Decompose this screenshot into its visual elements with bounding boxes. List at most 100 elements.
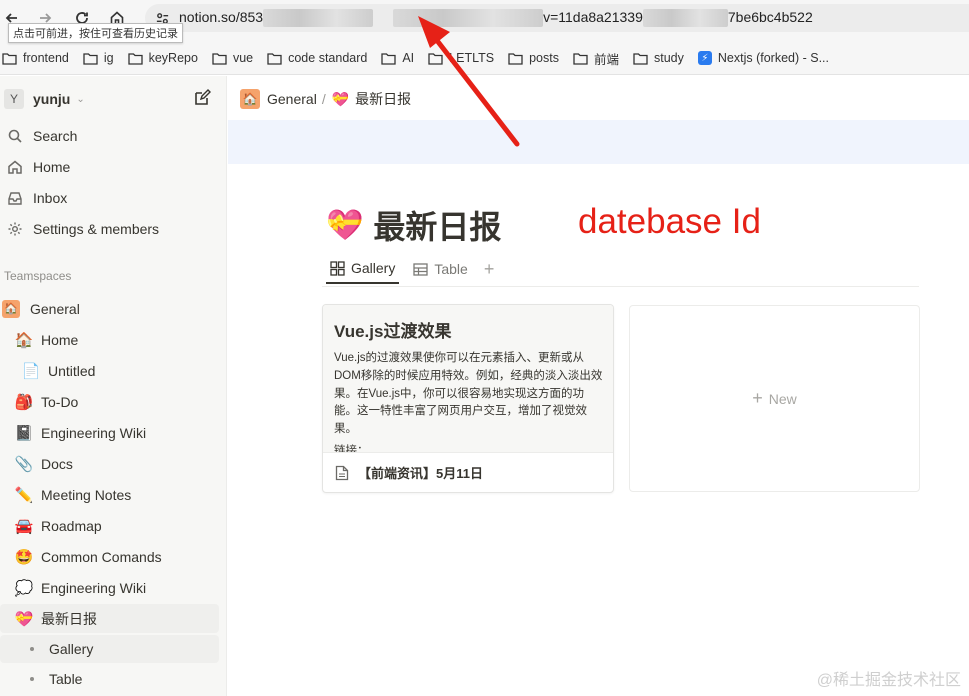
page-emoji-icon: 📎 <box>14 455 34 473</box>
page-emoji-icon: 💝 <box>14 610 34 628</box>
sidebar-page[interactable]: 📄 Untitled <box>0 356 219 385</box>
section-label-teamspaces: Teamspaces <box>4 269 72 283</box>
page-emoji-icon: 🎒 <box>14 393 34 411</box>
home-icon <box>5 157 25 177</box>
gift-heart-icon: 💝 <box>331 90 350 107</box>
gallery-icon <box>330 260 345 276</box>
sidebar-page-label: Roadmap <box>41 517 102 534</box>
watermark: @稀土掘金技术社区 <box>816 672 961 689</box>
tab-table-label: Table <box>434 261 468 277</box>
home-icon: 🏠 <box>240 89 260 109</box>
card-title-text: 【前端资讯】5月11日 <box>358 466 483 481</box>
plus-icon: + <box>752 388 763 408</box>
bookmark-item[interactable]: AI <box>381 51 414 65</box>
url-text: notion.so/853 v=11da8a21339 7be6bc4b522 <box>179 8 813 28</box>
page-title[interactable]: 最新日报 <box>373 202 501 248</box>
page-emoji-icon: 📄 <box>21 362 41 380</box>
sidebar-page[interactable]: 🚘 Roadmap <box>0 511 219 540</box>
page-emoji-icon[interactable]: 💝 <box>326 208 363 243</box>
tab-gallery[interactable]: Gallery <box>326 254 400 284</box>
sidebar-item-settings[interactable]: Settings & members <box>0 215 219 243</box>
page-title-row: 💝 最新日报 <box>326 202 501 248</box>
breadcrumb-parent[interactable]: General <box>267 91 317 107</box>
bookmark-item[interactable]: ig <box>83 51 114 65</box>
workspace-switcher[interactable]: Y yunju ⌄ <box>4 86 223 112</box>
folder-icon <box>127 52 143 65</box>
bookmark-label: AI <box>402 51 415 65</box>
sidebar-subpage-label: Table <box>49 671 83 687</box>
sidebar-item-label: Settings & members <box>33 221 160 237</box>
bullet-icon <box>30 677 34 681</box>
teamspace-general[interactable]: 🏠 General <box>0 294 219 323</box>
sidebar-page[interactable]: ✏️ Meeting Notes <box>0 480 219 509</box>
breadcrumb-current[interactable]: 最新日报 <box>355 89 411 109</box>
bookmark-item[interactable]: vue <box>212 51 253 65</box>
sidebar-page-label: Home <box>41 331 79 348</box>
sidebar-item-search[interactable]: Search <box>0 122 219 150</box>
gallery-card[interactable]: Vue.js过渡效果 Vue.js的过渡效果使你可以在元素插入、更新或从DOM移… <box>322 304 614 493</box>
bookmark-item[interactable]: ⚡ Nextjs (forked) - S... <box>697 51 830 65</box>
sidebar-item-home[interactable]: Home <box>0 153 219 181</box>
new-card-button[interactable]: + New <box>629 305 920 492</box>
bookmark-item[interactable]: code standard <box>267 51 367 65</box>
url-tail: 7be6bc4b522 <box>727 8 813 25</box>
card-title: 【前端资讯】5月11日 <box>323 452 613 492</box>
url-query: v=11da8a21339 <box>543 8 643 25</box>
gear-icon <box>5 219 25 239</box>
page-banner <box>228 120 969 164</box>
bookmark-label: code standard <box>288 51 368 65</box>
sidebar-page[interactable]: 🎒 To-Do <box>0 387 219 416</box>
sidebar-subpage-table[interactable]: Table <box>0 665 219 693</box>
tab-table[interactable]: Table <box>409 254 471 284</box>
folder-icon <box>508 52 523 65</box>
address-bar[interactable]: notion.so/853 v=11da8a21339 7be6bc4b522 <box>145 4 969 32</box>
sidebar-page[interactable]: 💭 Engineering Wiki <box>0 573 219 602</box>
sidebar-subpage-gallery[interactable]: Gallery <box>0 635 219 663</box>
main-content: 🏠 General / 💝 最新日报 💝 最新日报 datebase Id Ga… <box>228 76 969 696</box>
page-icon <box>335 465 349 480</box>
add-view-button[interactable]: + <box>484 259 495 280</box>
sidebar-item-label: Home <box>33 159 71 175</box>
bookmark-item[interactable]: study <box>633 51 684 65</box>
bookmarks-bar: frontend ig keyRepo vue code standard AI LETLT… <box>0 46 969 70</box>
bookmark-item[interactable]: keyRepo <box>127 51 198 65</box>
bookmark-label: ig <box>103 51 114 65</box>
workspace-name: yunju <box>33 91 71 107</box>
workspace-avatar: Y <box>4 89 24 109</box>
sidebar-page[interactable]: 🤩 Common Comands <box>0 542 219 571</box>
breadcrumb-separator: / <box>321 91 326 107</box>
sidebar-item-inbox[interactable]: Inbox <box>0 184 219 212</box>
chevron-down-icon: ⌄ <box>76 93 85 105</box>
inbox-icon <box>5 188 25 208</box>
bookmark-item[interactable]: LETLTS <box>428 51 494 65</box>
sidebar-page[interactable]: 🏠 Home <box>0 325 219 354</box>
bookmark-label: Nextjs (forked) - S... <box>717 51 830 65</box>
sidebar-page-label: Engineering Wiki <box>41 424 147 441</box>
new-page-icon[interactable] <box>193 89 211 107</box>
bookmark-item[interactable]: frontend <box>2 51 69 65</box>
url-host: notion.so/853 <box>179 8 264 25</box>
sidebar-page[interactable]: 📓 Engineering Wiki <box>0 418 219 447</box>
page-emoji-icon: 🏠 <box>14 331 34 349</box>
bookmark-item[interactable]: posts <box>508 51 559 65</box>
sidebar-page[interactable]: 📎 Docs <box>0 449 219 478</box>
folder-icon <box>381 52 396 65</box>
bookmark-label: posts <box>529 51 559 65</box>
folder-icon <box>212 52 227 65</box>
folder-icon <box>267 52 282 65</box>
sidebar-page-label: Untitled <box>48 362 96 379</box>
card-body-more: 链接： <box>334 445 369 452</box>
bookmark-label: 前端 <box>593 52 619 67</box>
url-redacted <box>393 9 544 28</box>
tabs-divider <box>322 286 919 287</box>
new-card-label: New <box>768 390 797 407</box>
bookmark-item[interactable]: 前端 <box>573 49 619 68</box>
annotation-text: datebase Id <box>578 202 761 241</box>
sidebar-page-label: Docs <box>41 455 73 472</box>
home-icon: 🏠 <box>2 299 20 318</box>
sidebar-page-label: To-Do <box>41 393 79 410</box>
sidebar: Y yunju ⌄ Search Home Inbox Settings & memb… <box>0 76 227 696</box>
search-icon <box>5 126 25 146</box>
sidebar-page[interactable]: 💝 最新日报 <box>0 604 219 633</box>
teamspace-label: General <box>30 300 80 317</box>
